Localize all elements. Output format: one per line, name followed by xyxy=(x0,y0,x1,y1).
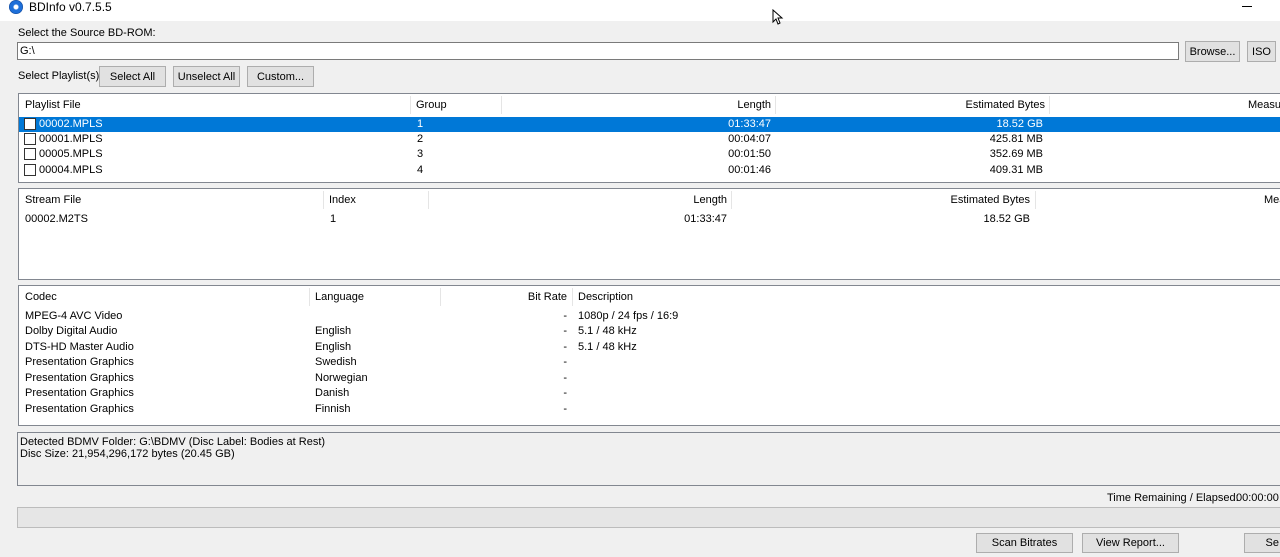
source-label: Select the Source BD-ROM: xyxy=(18,27,156,39)
stream-row[interactable]: 00002.M2TS 1 01:33:47 18.52 GB xyxy=(19,212,1280,227)
playlist-row[interactable]: 00002.MPLS 1 01:33:47 18.52 GB xyxy=(19,117,1280,132)
codec-row[interactable]: DTS-HD Master Audio English - 5.1 / 48 k… xyxy=(19,340,1280,355)
stream-file-list[interactable]: Stream File Index Length Estimated Bytes… xyxy=(18,188,1280,280)
codec-row[interactable]: Presentation Graphics Norwegian - xyxy=(19,371,1280,386)
custom-button[interactable]: Custom... xyxy=(247,66,314,87)
mouse-cursor-icon xyxy=(772,9,784,25)
codec-list[interactable]: Codec Language Bit Rate Description MPEG… xyxy=(18,285,1280,426)
codec-row[interactable]: Presentation Graphics Swedish - xyxy=(19,355,1280,370)
playlist-checkbox[interactable] xyxy=(24,164,36,176)
codec-header: Codec Language Bit Rate Description xyxy=(19,286,1280,308)
app-icon xyxy=(9,0,23,14)
playlist-row[interactable]: 00001.MPLS 2 00:04:07 425.81 MB xyxy=(19,132,1280,147)
col-stream-bytes[interactable]: Estimated Bytes xyxy=(731,189,1030,211)
playlist-list[interactable]: Playlist File Group Length Estimated Byt… xyxy=(18,93,1280,183)
col-stream-length[interactable]: Length xyxy=(428,189,727,211)
playlist-checkbox[interactable] xyxy=(24,118,36,130)
playlist-header: Playlist File Group Length Estimated Byt… xyxy=(19,94,1280,116)
playlist-checkbox[interactable] xyxy=(24,148,36,160)
time-remaining-label: Time Remaining / Elapsed: xyxy=(1107,492,1239,504)
unselect-all-button[interactable]: Unselect All xyxy=(173,66,240,87)
col-stream-file[interactable]: Stream File xyxy=(25,189,81,211)
codec-row[interactable]: Presentation Graphics Finnish - xyxy=(19,402,1280,417)
time-remaining-value: 00:00:00 xyxy=(1236,492,1279,504)
col-stream-measured[interactable]: Mea xyxy=(1264,189,1280,211)
codec-row[interactable]: Dolby Digital Audio English - 5.1 / 48 k… xyxy=(19,324,1280,339)
col-playlist-file[interactable]: Playlist File xyxy=(25,94,81,116)
stream-header: Stream File Index Length Estimated Bytes… xyxy=(19,189,1280,211)
playlist-checkbox[interactable] xyxy=(24,133,36,145)
col-description[interactable]: Description xyxy=(578,286,633,308)
codec-row[interactable]: Presentation Graphics Danish - xyxy=(19,386,1280,401)
col-codec[interactable]: Codec xyxy=(25,286,57,308)
scan-bitrates-button[interactable]: Scan Bitrates xyxy=(976,533,1073,553)
title-bar: BDInfo v0.7.5.5 xyxy=(0,0,1280,25)
col-index[interactable]: Index xyxy=(329,189,356,211)
scan-progress-bar xyxy=(17,507,1280,528)
disc-info-panel[interactable]: Detected BDMV Folder: G:\BDMV (Disc Labe… xyxy=(17,432,1280,486)
browse-button[interactable]: Browse... xyxy=(1185,41,1240,62)
codec-row[interactable]: MPEG-4 AVC Video - 1080p / 24 fps / 16:9 xyxy=(19,309,1280,324)
select-playlists-label: Select Playlist(s): xyxy=(18,70,103,82)
iso-button[interactable]: ISO xyxy=(1247,41,1276,62)
view-report-button[interactable]: View Report... xyxy=(1082,533,1179,553)
window-title: BDInfo v0.7.5.5 xyxy=(29,0,112,14)
col-group[interactable]: Group xyxy=(416,94,447,116)
col-estimated-bytes[interactable]: Estimated Bytes xyxy=(775,94,1045,116)
select-all-button[interactable]: Select All xyxy=(99,66,166,87)
partial-button[interactable]: Se xyxy=(1244,533,1280,553)
col-bit-rate[interactable]: Bit Rate xyxy=(440,286,567,308)
playlist-row[interactable]: 00004.MPLS 4 00:01:46 409.31 MB xyxy=(19,163,1280,178)
minimize-button[interactable] xyxy=(1236,0,1256,14)
playlist-row[interactable]: 00005.MPLS 3 00:01:50 352.69 MB xyxy=(19,147,1280,162)
col-measured[interactable]: Measure xyxy=(1049,94,1280,116)
disc-size-text: Disc Size: 21,954,296,172 bytes (20.45 G… xyxy=(20,448,235,460)
col-length[interactable]: Length xyxy=(501,94,771,116)
source-path-input[interactable]: G:\ xyxy=(17,42,1179,60)
col-language[interactable]: Language xyxy=(315,286,364,308)
